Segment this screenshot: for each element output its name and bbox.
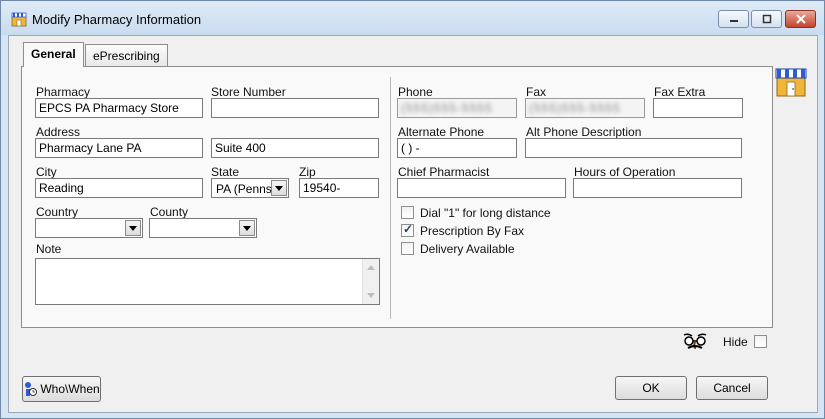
fax-label: Fax: [526, 85, 547, 99]
fax-value: (555)555-5555: [529, 101, 621, 115]
dial-one-checkbox[interactable]: [401, 206, 414, 219]
chevron-down-icon: [275, 185, 283, 191]
country-dropdown-button[interactable]: [125, 220, 141, 236]
prescription-by-fax-checkbox[interactable]: ✓: [401, 222, 414, 237]
tab-eprescribing[interactable]: ePrescribing: [85, 44, 168, 66]
country-label: Country: [36, 205, 79, 219]
store-number-label: Store Number: [211, 85, 286, 99]
dialog-window: Modify Pharmacy Information General ePre…: [0, 0, 825, 419]
window-title: Modify Pharmacy Information: [32, 12, 202, 27]
phone-value: (555)555-5555: [401, 101, 493, 115]
hours-of-operation-field[interactable]: [573, 178, 742, 198]
fax-extra-field[interactable]: [653, 98, 743, 118]
cancel-button[interactable]: Cancel: [696, 376, 768, 400]
tab-eprescribing-label: ePrescribing: [93, 49, 160, 63]
alt-phone-field[interactable]: ( ) -: [397, 138, 517, 158]
address-label: Address: [36, 125, 81, 139]
chevron-down-icon: [129, 225, 137, 231]
disguise-glasses-icon: [683, 333, 707, 349]
zip-field[interactable]: 19540-: [299, 178, 379, 198]
state-label: State: [211, 165, 240, 179]
ok-label: OK: [642, 381, 660, 395]
panel-divider: [390, 77, 391, 319]
alt-phone-label: Alternate Phone: [398, 125, 485, 139]
alt-phone-description-label: Alt Phone Description: [526, 125, 642, 139]
dial-one-label: Dial "1" for long distance: [420, 206, 551, 220]
tab-general[interactable]: General: [23, 42, 84, 67]
pharmacy-field[interactable]: EPCS PA Pharmacy Store: [35, 98, 203, 118]
zip-label: Zip: [299, 165, 316, 179]
pharmacy-store-icon: [775, 68, 807, 97]
county-label: County: [150, 205, 189, 219]
chief-pharmacist-field[interactable]: [397, 178, 566, 198]
maximize-icon: [762, 14, 771, 24]
cancel-label: Cancel: [713, 381, 751, 395]
close-icon: [795, 14, 806, 24]
state-select-value: PA (Penns: [216, 182, 272, 196]
maximize-button[interactable]: [751, 10, 782, 28]
country-select[interactable]: [35, 218, 143, 238]
hours-of-operation-label: Hours of Operation: [574, 165, 676, 179]
who-when-info-icon: [25, 382, 38, 396]
note-scrollbar[interactable]: [362, 259, 379, 304]
note-label: Note: [36, 242, 62, 256]
state-dropdown-button[interactable]: [271, 180, 287, 196]
store-number-field[interactable]: [211, 98, 379, 118]
chevron-down-icon: [243, 225, 251, 231]
county-select[interactable]: [149, 218, 257, 238]
minimize-icon: [729, 20, 738, 22]
city-label: City: [36, 165, 57, 179]
minimize-button[interactable]: [718, 10, 749, 28]
alt-phone-description-field[interactable]: [525, 138, 742, 158]
who-when-label: Who\When: [40, 382, 100, 396]
delivery-available-label: Delivery Available: [420, 242, 515, 256]
chief-pharmacist-label: Chief Pharmacist: [398, 165, 490, 179]
title-bar[interactable]: Modify Pharmacy Information: [1, 1, 824, 35]
fax-extra-label: Fax Extra: [654, 85, 706, 99]
ok-button[interactable]: OK: [615, 376, 687, 400]
scroll-down-icon[interactable]: [367, 293, 375, 298]
dialog-client-area: General ePrescribing Pharmacy EPCS PA Ph…: [8, 35, 818, 413]
hide-checkbox[interactable]: [754, 335, 767, 348]
pharmacy-store-icon: [11, 12, 27, 27]
checkmark-icon: ✓: [403, 222, 414, 236]
pharmacy-label: Pharmacy: [36, 85, 91, 99]
county-dropdown-button[interactable]: [239, 220, 255, 236]
scroll-up-icon[interactable]: [367, 265, 375, 270]
fax-field[interactable]: (555)555-5555: [525, 98, 645, 118]
phone-label: Phone: [398, 85, 433, 99]
prescription-by-fax-label: Prescription By Fax: [420, 224, 525, 238]
note-textarea[interactable]: [35, 258, 380, 305]
address1-field[interactable]: Pharmacy Lane PA: [35, 138, 203, 158]
phone-field[interactable]: (555)555-5555: [397, 98, 517, 118]
address2-field[interactable]: Suite 400: [211, 138, 379, 158]
hide-label: Hide: [723, 335, 748, 349]
who-when-button[interactable]: Who\When: [22, 376, 101, 402]
delivery-available-checkbox[interactable]: [401, 242, 414, 255]
close-button[interactable]: [785, 10, 816, 28]
tab-general-label: General: [31, 47, 76, 61]
general-tab-panel: Pharmacy EPCS PA Pharmacy Store Store Nu…: [21, 66, 773, 328]
city-field[interactable]: Reading: [35, 178, 203, 198]
state-select[interactable]: PA (Penns: [211, 178, 289, 198]
